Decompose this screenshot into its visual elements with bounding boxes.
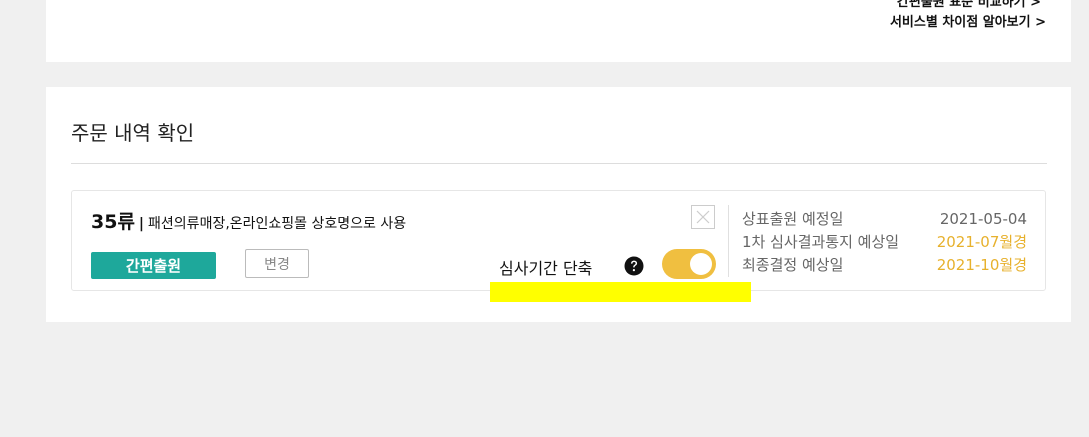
date-value: 2021-10월경 <box>936 256 1027 274</box>
service-compare-card: 간편출원 표준 비교하기 > 서비스별 차이점 알아보기 > <box>46 0 1071 62</box>
close-icon <box>696 210 710 224</box>
class-separator: | <box>138 216 145 232</box>
shorten-period-label: 심사기간 단축 <box>499 259 593 278</box>
change-button[interactable]: 변경 <box>245 249 309 278</box>
page-title: 주문 내역 확인 <box>71 121 195 145</box>
compare-link-cut[interactable]: 간편출원 표준 비교하기 > <box>897 0 1041 10</box>
date-row-first-exam: 1차 심사결과통지 예상일 2021-07월경 <box>742 230 1027 253</box>
class-number: 35류 <box>91 211 135 233</box>
question-circle-icon[interactable] <box>624 256 644 276</box>
shorten-period-toggle[interactable] <box>662 249 716 279</box>
remove-item-button[interactable] <box>691 205 715 229</box>
date-label: 최종결정 예상일 <box>742 256 844 274</box>
vertical-divider <box>728 205 729 277</box>
filing-type-badge: 간편출원 <box>91 252 216 279</box>
date-row-filing: 상표출원 예정일 2021-05-04 <box>742 207 1027 230</box>
date-value: 2021-05-04 <box>939 209 1027 228</box>
toggle-knob <box>690 253 712 275</box>
schedule-dates: 상표출원 예정일 2021-05-04 1차 심사결과통지 예상일 2021-0… <box>742 207 1027 276</box>
class-line: 35류 | 패션의류매장,온라인쇼핑몰 상호명으로 사용 <box>91 207 406 234</box>
service-diff-link[interactable]: 서비스별 차이점 알아보기 > <box>890 11 1046 30</box>
title-divider <box>71 163 1047 164</box>
date-label: 1차 심사결과통지 예상일 <box>742 233 900 251</box>
date-label: 상표출원 예정일 <box>742 210 844 228</box>
class-description: 패션의류매장,온라인쇼핑몰 상호명으로 사용 <box>148 216 407 232</box>
order-item: 35류 | 패션의류매장,온라인쇼핑몰 상호명으로 사용 간편출원 변경 심사기간 … <box>71 190 1046 291</box>
date-value: 2021-07월경 <box>936 233 1027 251</box>
date-row-final: 최종결정 예상일 2021-10월경 <box>742 253 1027 276</box>
highlight-annotation <box>490 282 751 302</box>
